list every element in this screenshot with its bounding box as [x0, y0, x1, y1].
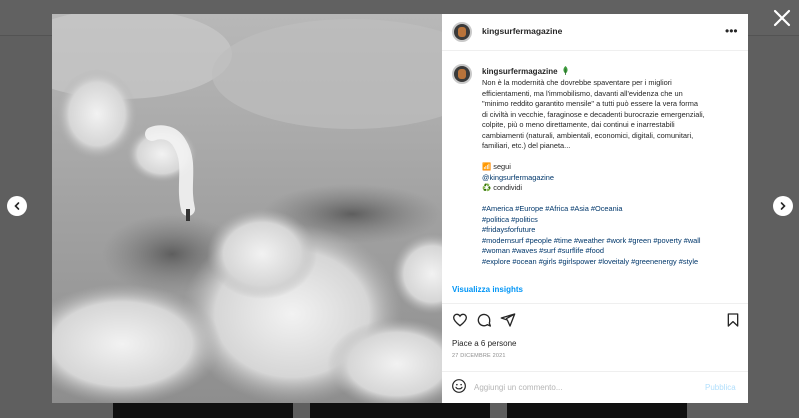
avatar[interactable] [452, 64, 472, 84]
mention-link[interactable]: @kingsurfermagazine [482, 173, 744, 184]
heart-icon[interactable] [452, 312, 468, 328]
next-post-button[interactable] [773, 196, 793, 216]
hashtag-line: #fridaysforfuture [482, 225, 536, 234]
comment-input[interactable] [474, 380, 694, 394]
publish-button[interactable]: Pubblica [705, 383, 736, 392]
previous-post-button[interactable] [7, 196, 27, 216]
post-caption: kingsurfermagazine Non è la modernità ch… [442, 52, 748, 289]
post-side-panel: kingsurfermagazine ••• kingsurfermagazin… [442, 14, 748, 403]
divider [442, 303, 748, 304]
caption-line: cambiamenti (naturali, ambientali, econo… [482, 130, 694, 140]
hashtag-line: #modernsurf #people #time #weather #work… [482, 235, 701, 245]
caption-line: di civiltà in vecchie, faraginose e deca… [482, 109, 705, 119]
caption-line: Non è la modernità che dovrebbe spaventa… [482, 78, 672, 87]
caption-text: Non è la modernità che dovrebbe spaventa… [482, 78, 744, 267]
leaf-icon [563, 66, 568, 75]
share-line: ♻️ condividi [482, 183, 523, 192]
caption-username[interactable]: kingsurfermagazine [482, 67, 558, 76]
hashtag-line: #woman #waves #surf #surflife #food [482, 246, 605, 255]
caption-line: "minimo reddito garantito mensile" a tut… [482, 99, 698, 108]
emoji-icon[interactable] [451, 378, 467, 394]
hashtag-line: #America #Europe #Africa #Asia #Oceania [482, 204, 623, 213]
caption-line: colpite, più o meno direttamente, dai co… [482, 120, 675, 129]
post-author-username[interactable]: kingsurfermagazine [482, 26, 562, 36]
view-insights-link[interactable]: Visualizza insights [452, 285, 523, 294]
close-icon[interactable] [770, 6, 794, 30]
likes-count[interactable]: Piace a 6 persone [452, 339, 517, 348]
post-date: 27 DICEMBRE 2021 [452, 353, 506, 359]
caption-line: efficientamenti, ma l'immobilismo, davan… [482, 88, 683, 98]
comment-icon[interactable] [476, 312, 492, 328]
divider [442, 371, 748, 372]
hashtag-line: #politica #politics [482, 214, 538, 224]
caption-line: familiari, etc.) del pianeta... [482, 141, 571, 150]
avatar[interactable] [452, 22, 472, 42]
post-header: kingsurfermagazine ••• [442, 14, 748, 51]
bookmark-icon[interactable] [725, 312, 741, 328]
chevron-left-icon [14, 202, 20, 210]
post-photo [52, 14, 442, 403]
send-icon[interactable] [500, 312, 516, 328]
more-horizontal-icon[interactable]: ••• [725, 24, 738, 38]
follow-line: 📶 segui [482, 162, 511, 171]
hashtag-line: #explore #ocean #girls #girlspower #love… [482, 256, 699, 266]
chevron-right-icon [780, 202, 786, 210]
